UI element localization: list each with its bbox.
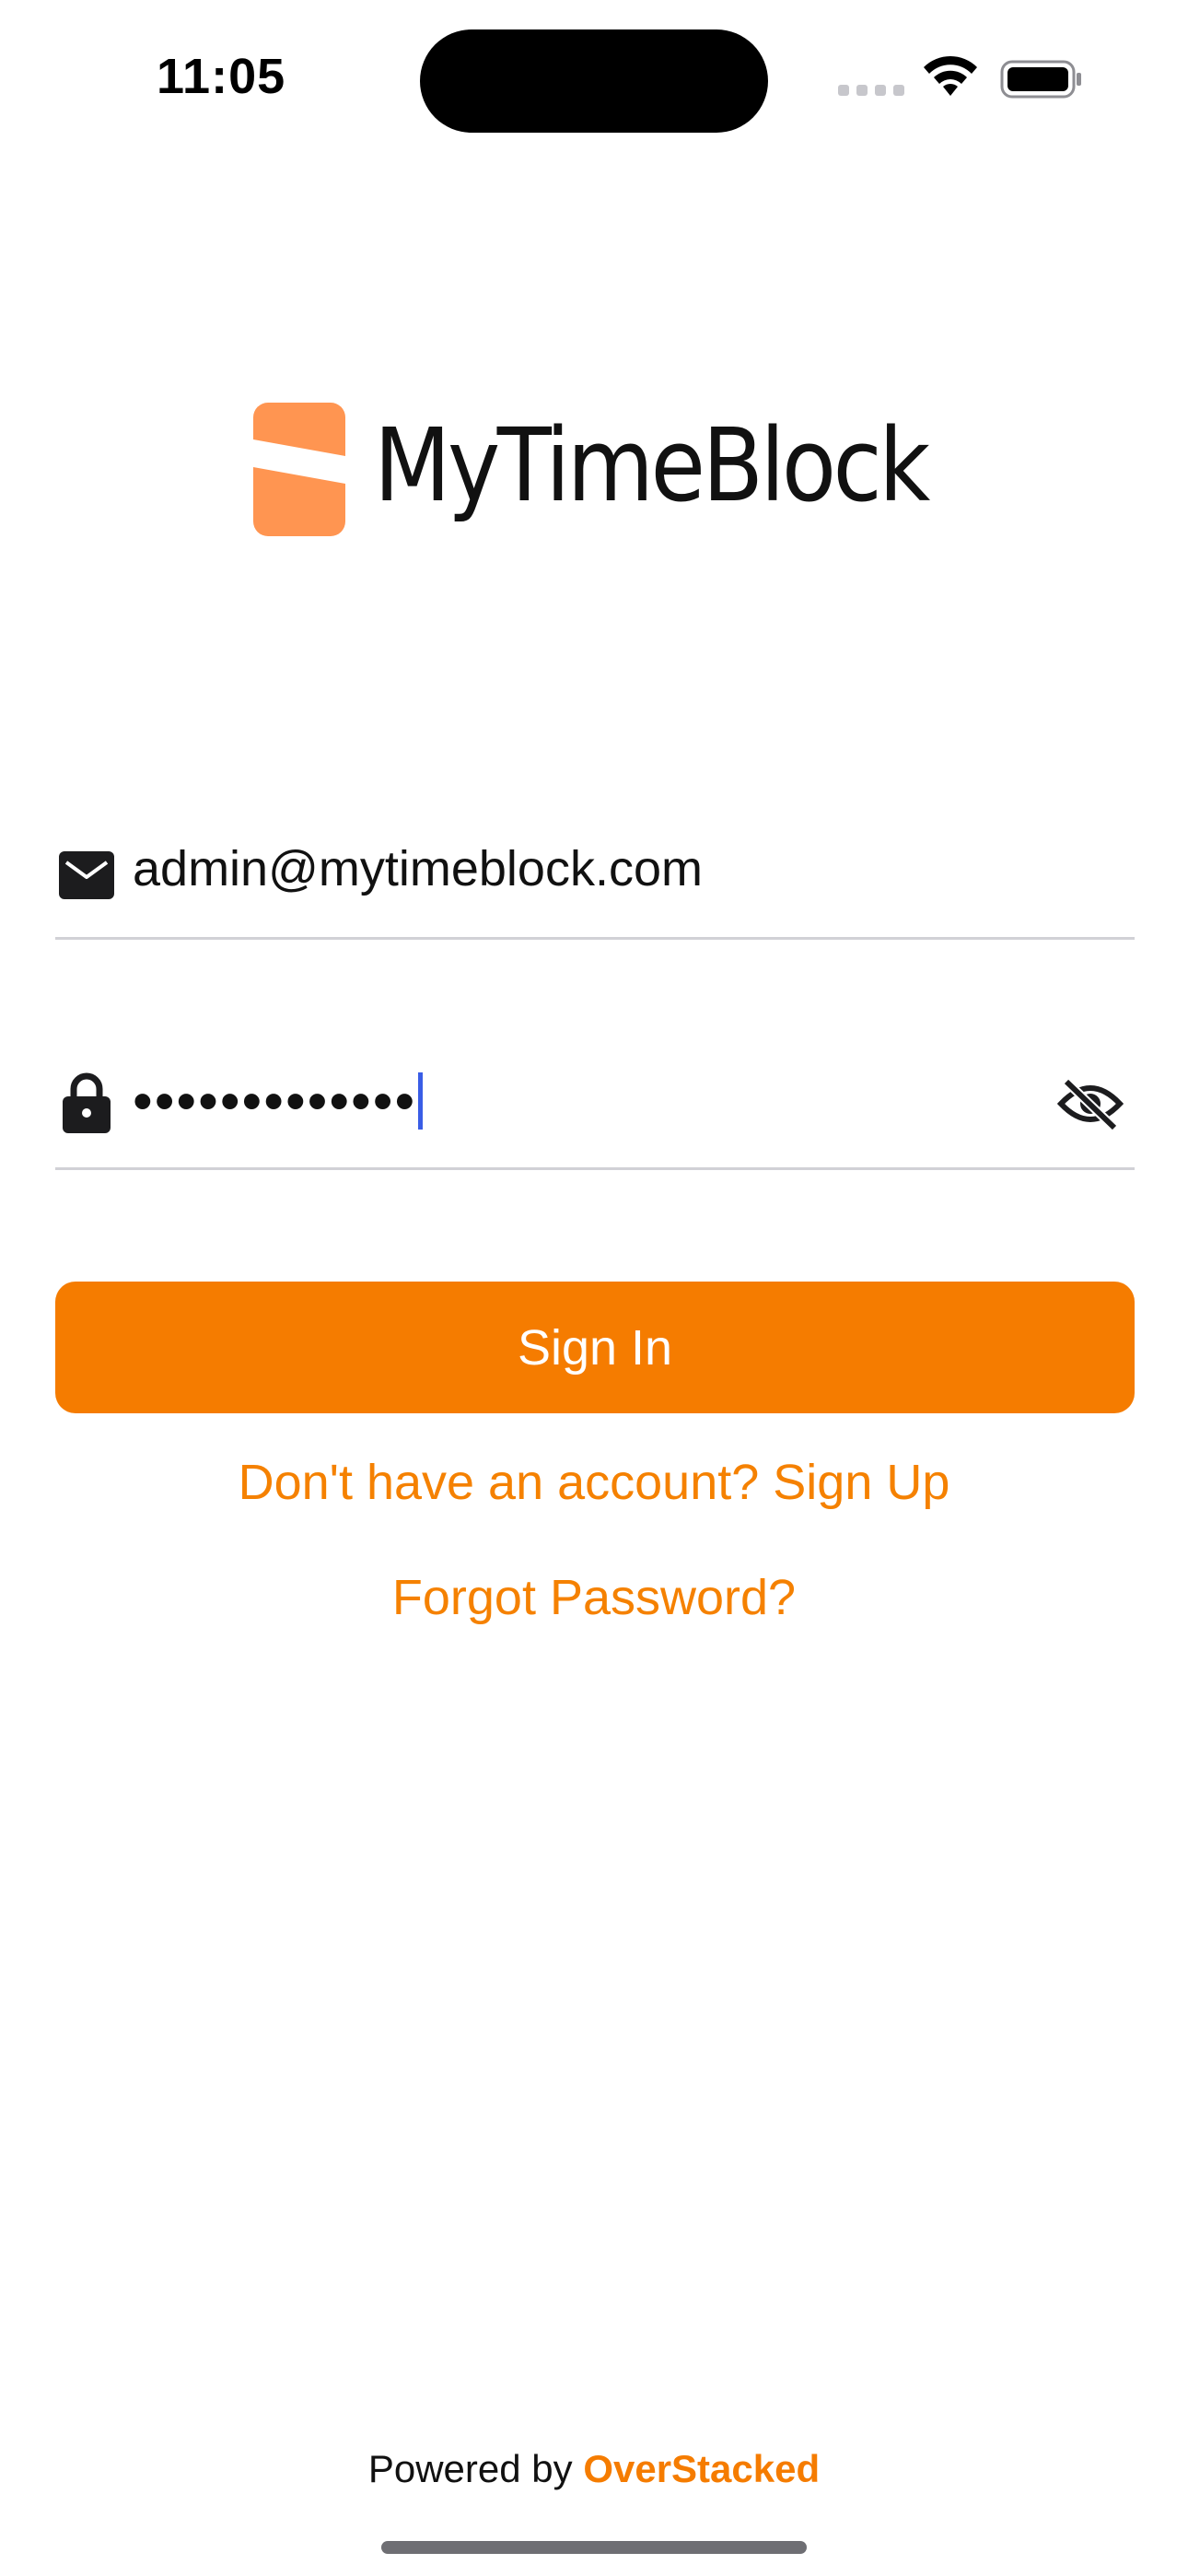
- app-logo-text: MyTimeBlock: [374, 406, 930, 524]
- email-field[interactable]: admin@mytimeblock.com: [55, 820, 1135, 940]
- envelope-icon: [59, 851, 114, 899]
- eye-slash-icon[interactable]: [1057, 1076, 1124, 1131]
- battery-icon: [1000, 60, 1081, 99]
- sign-in-button[interactable]: Sign In: [55, 1282, 1135, 1413]
- lock-icon: [63, 1072, 111, 1133]
- powered-by-label: Powered by: [367, 2447, 573, 2490]
- text-cursor: [418, 1072, 424, 1130]
- sign-up-link[interactable]: Don't have an account? Sign Up: [0, 1454, 1188, 1511]
- password-value: •••••••••••••: [133, 1060, 424, 1142]
- status-time: 11:05: [157, 49, 286, 104]
- cellular-signal-icon: [838, 85, 904, 98]
- powered-by-brand[interactable]: OverStacked: [583, 2447, 820, 2490]
- password-dots: •••••••••••••: [133, 1069, 417, 1133]
- password-field[interactable]: •••••••••••••: [55, 1050, 1135, 1170]
- email-underline: [55, 937, 1135, 940]
- dynamic-island: [420, 29, 768, 133]
- password-underline: [55, 1167, 1135, 1170]
- powered-by-footer: Powered by OverStacked: [0, 2447, 1188, 2491]
- wifi-icon: [924, 55, 977, 96]
- logo-mark-icon: [253, 403, 345, 536]
- email-value: admin@mytimeblock.com: [133, 841, 703, 896]
- forgot-password-link[interactable]: Forgot Password?: [0, 1569, 1188, 1626]
- home-indicator[interactable]: [381, 2541, 807, 2554]
